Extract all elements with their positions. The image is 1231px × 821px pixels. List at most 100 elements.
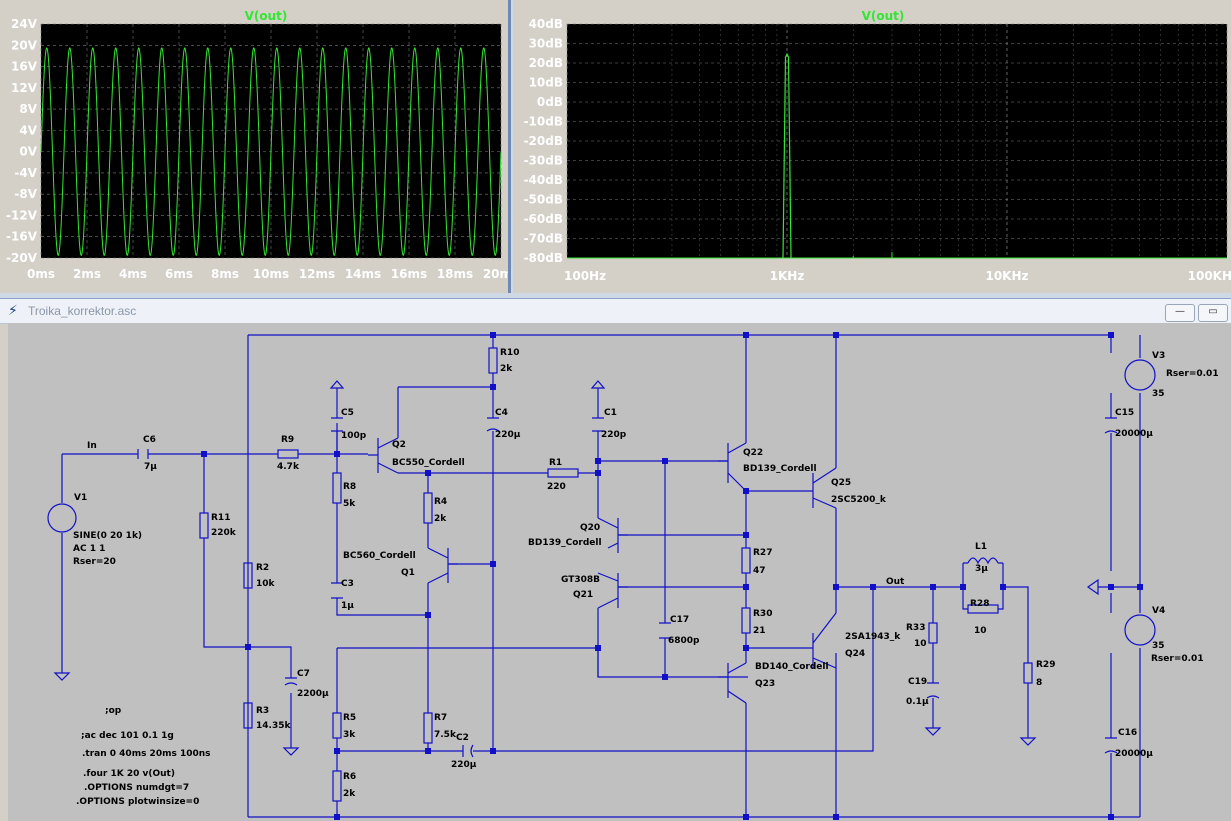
value-c17[interactable]: 6800p [668, 636, 700, 646]
label-r11[interactable]: R11 [211, 513, 230, 523]
transient-plot-svg[interactable]: V(out) 24V 20V 16V 12V 8V 4V 0V -4V -8V -12V -16V -… [0, 0, 508, 293]
model-q1[interactable]: BC560_Cordell [343, 551, 416, 561]
fft-x-tick[interactable]: 100KHz [1188, 269, 1231, 283]
directive-options-numdgt[interactable]: .OPTIONS numdgt=7 [84, 783, 189, 793]
value-r1[interactable]: 220 [547, 482, 566, 492]
label-c16[interactable]: C16 [1118, 728, 1137, 738]
minimize-button[interactable]: — [1165, 304, 1195, 322]
label-c19[interactable]: C19 [908, 677, 927, 687]
value-r30[interactable]: 21 [753, 626, 766, 636]
fft-y-tick[interactable]: 10dB [529, 76, 563, 90]
fft-y-tick[interactable]: 20dB [529, 56, 563, 70]
fft-x-tick[interactable]: 1KHz [770, 269, 805, 283]
value-r2[interactable]: 10k [256, 579, 275, 589]
label-r3[interactable]: R3 [256, 706, 269, 716]
transient-y-tick[interactable]: 24V [11, 17, 38, 31]
label-r30[interactable]: R30 [753, 609, 772, 619]
directive-options-plotwinsize[interactable]: .OPTIONS plotwinsize=0 [76, 797, 199, 807]
label-r9[interactable]: R9 [281, 435, 294, 445]
label-v4[interactable]: V4 [1152, 606, 1165, 616]
fft-y-tick[interactable]: -20dB [524, 134, 563, 148]
value-r33[interactable]: 10 [914, 639, 927, 649]
label-q21[interactable]: Q21 [573, 590, 593, 600]
transient-y-tick[interactable]: 8V [19, 102, 37, 116]
value-c3[interactable]: 1µ [341, 601, 354, 611]
model-q25[interactable]: 2SC5200_k [831, 495, 886, 505]
net-label-in[interactable]: In [87, 441, 97, 451]
directive-ac[interactable]: ;ac dec 101 0.1 1g [81, 731, 174, 741]
label-q24[interactable]: Q24 [845, 649, 865, 659]
transient-x-tick[interactable]: 16ms [391, 267, 427, 281]
label-q1[interactable]: Q1 [401, 568, 415, 578]
value-c5[interactable]: 100p [341, 431, 366, 441]
transient-y-tick[interactable]: -8V [14, 187, 37, 201]
value-c15[interactable]: 20000µ [1115, 429, 1153, 439]
value-r27[interactable]: 47 [753, 566, 766, 576]
fft-plot-svg[interactable]: V(out) 40dB 30dB 20dB 10dB 0dB -10dB -20dB -30d… [513, 0, 1231, 293]
model-q23[interactable]: BD140_Cordell [755, 662, 829, 672]
label-c15[interactable]: C15 [1115, 408, 1134, 418]
transient-y-tick[interactable]: 16V [11, 60, 38, 74]
label-c4[interactable]: C4 [495, 408, 508, 418]
label-r2[interactable]: R2 [256, 563, 269, 573]
directive-four[interactable]: .four 1K 20 v(Out) [83, 769, 175, 779]
rser-v3[interactable]: Rser=0.01 [1166, 369, 1219, 379]
label-c17[interactable]: C17 [670, 615, 689, 625]
directive-tran[interactable]: .tran 0 40ms 20ms 100ns [82, 749, 211, 759]
label-r27[interactable]: R27 [753, 548, 772, 558]
transient-x-tick[interactable]: 0ms [27, 267, 55, 281]
value-r6[interactable]: 2k [343, 789, 355, 799]
value-r29[interactable]: 8 [1036, 678, 1042, 688]
value-v4[interactable]: 35 [1152, 641, 1165, 651]
rser-v4[interactable]: Rser=0.01 [1151, 654, 1204, 664]
model-q2[interactable]: BC550_Cordell [392, 458, 465, 468]
value-r11[interactable]: 220k [211, 528, 236, 538]
fft-x-tick[interactable]: 10KHz [985, 269, 1028, 283]
fft-plot-window[interactable]: V(out) 40dB 30dB 20dB 10dB 0dB -10dB -20dB -30d… [513, 0, 1231, 293]
value-r3[interactable]: 14.35k [256, 721, 290, 731]
directive-op[interactable]: ;op [105, 706, 121, 716]
label-q20[interactable]: Q20 [580, 523, 600, 533]
value-c6[interactable]: 7µ [144, 462, 157, 472]
label-r28[interactable]: R28 [970, 599, 989, 609]
fft-x-tick[interactable]: 100Hz [564, 269, 606, 283]
value-l1[interactable]: 3µ [975, 564, 988, 574]
value-c2[interactable]: 220µ [451, 760, 476, 770]
label-r4[interactable]: R4 [434, 497, 447, 507]
net-label-out[interactable]: Out [886, 577, 904, 587]
transient-x-tick[interactable]: 8ms [211, 267, 239, 281]
value-v3[interactable]: 35 [1152, 389, 1165, 399]
value-c1[interactable]: 220p [601, 430, 626, 440]
transient-plot-title[interactable]: V(out) [245, 9, 288, 23]
value-c7[interactable]: 2200µ [297, 689, 329, 699]
label-r6[interactable]: R6 [343, 772, 356, 782]
transient-y-tick[interactable]: -20V [6, 251, 38, 265]
value-r4[interactable]: 2k [434, 514, 446, 524]
transient-x-tick[interactable]: 14ms [345, 267, 381, 281]
label-q22[interactable]: Q22 [743, 448, 763, 458]
v1-spec-ac[interactable]: AC 1 1 [73, 544, 105, 554]
fft-plot-title[interactable]: V(out) [862, 9, 905, 23]
transient-x-tick[interactable]: 18ms [437, 267, 473, 281]
schematic-drawing[interactable] [8, 323, 1231, 821]
label-r10[interactable]: R10 [500, 348, 519, 358]
value-r8[interactable]: 5k [343, 499, 355, 509]
value-r28[interactable]: 10 [974, 626, 987, 636]
label-c1[interactable]: C1 [604, 408, 617, 418]
label-q2[interactable]: Q2 [392, 440, 406, 450]
value-c16[interactable]: 20000µ [1115, 749, 1153, 759]
value-r5[interactable]: 3k [343, 730, 355, 740]
v1-spec-sine[interactable]: SINE(0 20 1k) [73, 531, 142, 541]
v1-spec-rser[interactable]: Rser=20 [73, 557, 116, 567]
transient-x-tick[interactable]: 4ms [119, 267, 147, 281]
fft-y-tick[interactable]: 0dB [537, 95, 563, 109]
transient-plot-window[interactable]: V(out) 24V 20V 16V 12V 8V 4V 0V -4V -8V -12V -16V -… [0, 0, 511, 293]
model-q20[interactable]: BD139_Cordell [528, 538, 602, 548]
label-r7[interactable]: R7 [434, 713, 447, 723]
fft-y-tick[interactable]: 40dB [529, 17, 563, 31]
label-q25[interactable]: Q25 [831, 478, 851, 488]
fft-y-tick[interactable]: -40dB [524, 173, 563, 187]
transient-x-tick[interactable]: 12ms [299, 267, 335, 281]
fft-y-tick[interactable]: 30dB [529, 37, 563, 51]
value-c19[interactable]: 0.1µ [906, 697, 929, 707]
